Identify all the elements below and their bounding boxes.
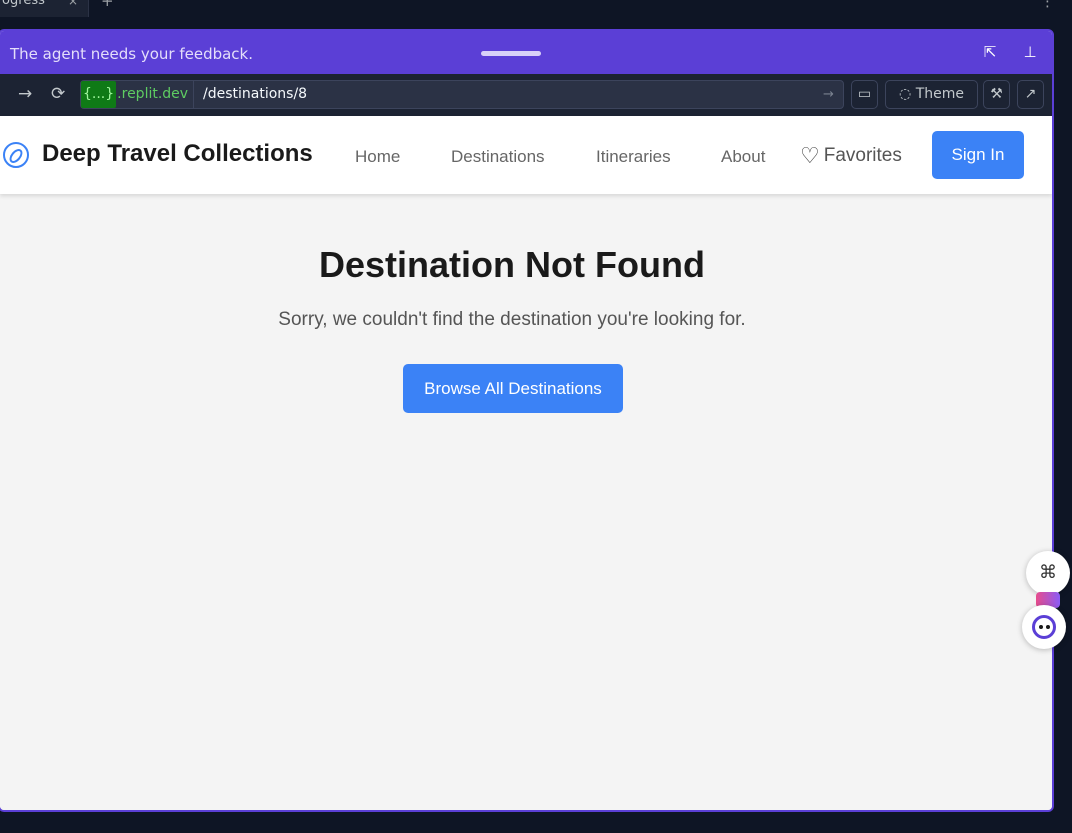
more-options-icon[interactable]: ⋮	[1040, 0, 1055, 10]
app-page: Deep Travel Collections Home Destination…	[0, 116, 1052, 810]
open-external-icon[interactable]: ↗	[1017, 80, 1044, 109]
page-title: Destination Not Found	[319, 244, 705, 285]
nav-home[interactable]: Home	[355, 147, 400, 167]
feedback-bar: The agent needs your feedback. ⇱ ⊥	[0, 31, 1052, 74]
domain-name: .replit.dev	[117, 86, 189, 102]
not-found-message: Sorry, we couldn't find the destination …	[278, 309, 746, 330]
wrench-icon[interactable]: ⚒	[983, 80, 1010, 109]
site-navbar: Deep Travel Collections Home Destination…	[0, 116, 1052, 194]
new-tab-icon[interactable]: +	[101, 0, 114, 10]
tab-label: rogress	[0, 0, 45, 8]
url-divider	[193, 81, 194, 108]
pin-icon[interactable]: ⊥	[1021, 43, 1039, 61]
go-icon[interactable]: →	[823, 81, 834, 108]
theme-label: Theme	[915, 86, 964, 102]
heart-icon: ♡	[800, 143, 820, 168]
favorites-link[interactable]: ♡ Favorites	[800, 143, 902, 169]
domain-prefix: {...}	[81, 81, 117, 108]
nav-destinations[interactable]: Destinations	[451, 147, 545, 167]
theme-button[interactable]: ◌ Theme	[885, 80, 978, 109]
favorites-label: Favorites	[823, 145, 902, 166]
forward-icon[interactable]: →	[18, 85, 32, 103]
assistant-face-icon	[1032, 615, 1056, 639]
palette-icon: ◌	[899, 86, 912, 102]
compass-icon	[3, 142, 29, 168]
brand-title[interactable]: Deep Travel Collections	[42, 140, 313, 168]
device-preview-icon[interactable]: ▭	[851, 80, 878, 109]
feedback-message: The agent needs your feedback.	[10, 45, 254, 63]
command-icon: ⌘	[1039, 562, 1057, 583]
sign-in-button[interactable]: Sign In	[932, 131, 1024, 179]
browser-tab-strip: rogress × + ⋮	[0, 0, 1072, 17]
url-path: /destinations/8	[203, 86, 308, 102]
agent-assistant-button[interactable]	[1022, 605, 1066, 649]
drag-handle[interactable]	[481, 51, 541, 56]
close-icon[interactable]: ×	[68, 0, 78, 8]
browse-destinations-button[interactable]: Browse All Destinations	[403, 364, 623, 413]
url-input[interactable]: {...} .replit.dev /destinations/8 →	[80, 80, 844, 109]
reload-icon[interactable]: ⟳	[51, 85, 65, 103]
browser-tab[interactable]: rogress ×	[0, 0, 89, 17]
url-bar: → ⟳ {...} .replit.dev /destinations/8 → ▭…	[0, 74, 1052, 116]
nav-about[interactable]: About	[721, 147, 765, 167]
url-domain: {...} .replit.dev	[81, 81, 194, 108]
nav-itineraries[interactable]: Itineraries	[596, 147, 671, 167]
popout-icon[interactable]: ⇱	[981, 43, 999, 61]
preview-window: The agent needs your feedback. ⇱ ⊥ → ⟳ {…	[0, 29, 1054, 812]
bottom-strip	[0, 814, 1072, 833]
shortcuts-button[interactable]: ⌘	[1026, 551, 1070, 595]
